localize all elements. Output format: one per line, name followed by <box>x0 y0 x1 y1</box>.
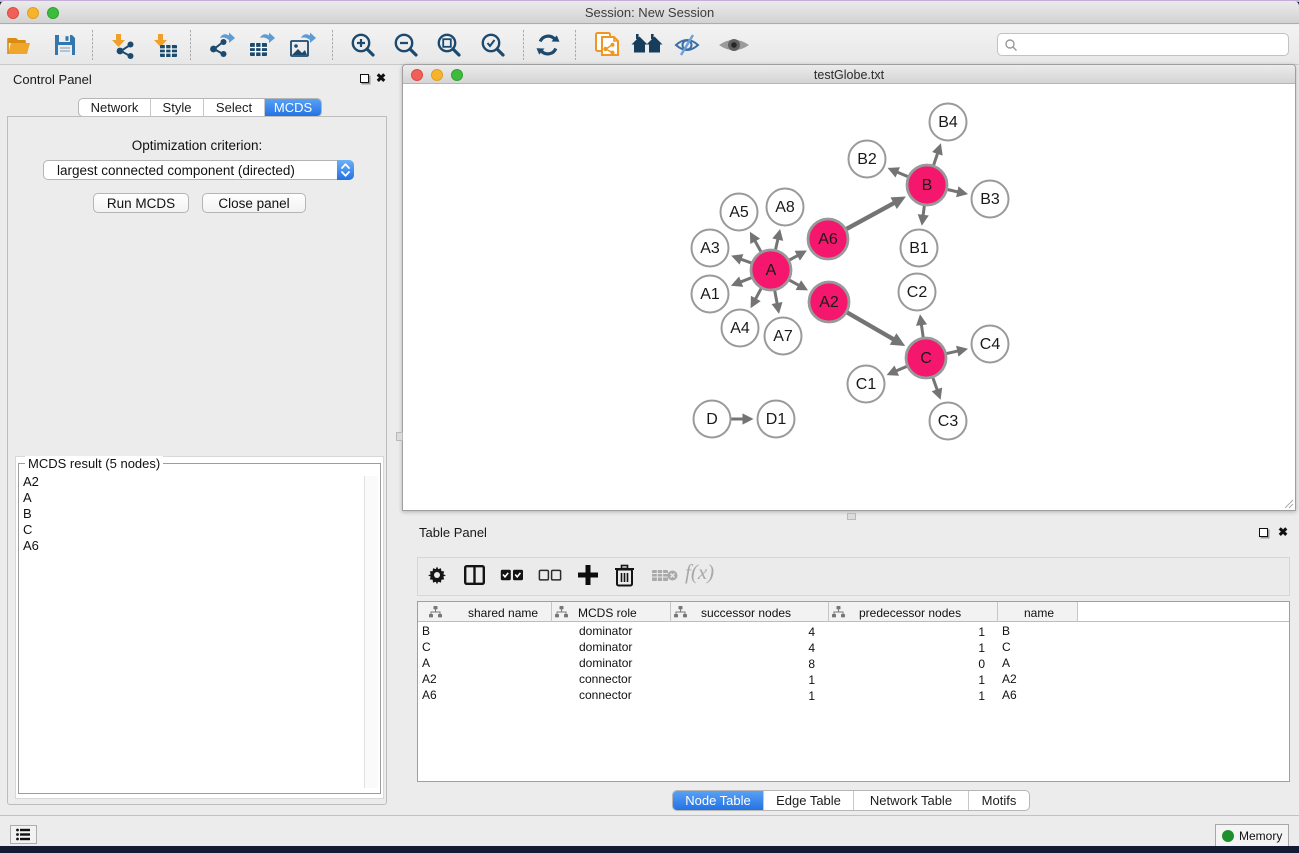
svg-text:B1: B1 <box>909 240 929 257</box>
svg-text:A6: A6 <box>818 231 838 248</box>
svg-text:A7: A7 <box>773 328 793 345</box>
svg-text:B: B <box>922 177 933 194</box>
svg-text:C4: C4 <box>980 336 1001 353</box>
svg-text:A3: A3 <box>700 240 720 257</box>
svg-text:B3: B3 <box>980 191 1000 208</box>
svg-text:A8: A8 <box>775 199 795 216</box>
svg-text:C: C <box>920 350 932 367</box>
svg-text:D1: D1 <box>766 411 787 428</box>
svg-text:B2: B2 <box>857 151 877 168</box>
svg-text:A: A <box>766 262 777 279</box>
svg-text:C3: C3 <box>938 413 959 430</box>
svg-text:A4: A4 <box>730 320 750 337</box>
svg-text:A5: A5 <box>729 204 749 221</box>
svg-text:C2: C2 <box>907 284 928 301</box>
svg-text:D: D <box>706 411 718 428</box>
svg-text:A1: A1 <box>700 286 720 303</box>
svg-text:C1: C1 <box>856 376 877 393</box>
svg-text:B4: B4 <box>938 114 958 131</box>
svg-text:A2: A2 <box>819 294 839 311</box>
